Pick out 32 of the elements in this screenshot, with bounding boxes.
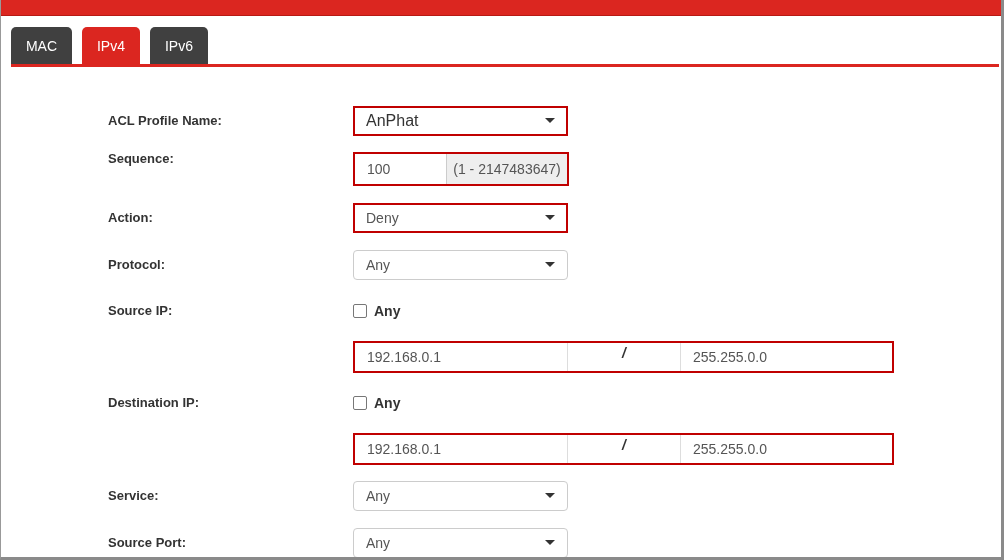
caret-icon bbox=[545, 262, 555, 267]
checkbox-label: Any bbox=[374, 302, 401, 319]
dropdown[interactable]: AnPhat bbox=[353, 105, 568, 136]
field-label: Source IP: bbox=[107, 303, 174, 318]
checkbox[interactable] bbox=[353, 395, 367, 410]
dropdown[interactable]: Deny bbox=[353, 202, 568, 233]
subnet-mask-field[interactable]: 255.255.0.0 bbox=[681, 342, 892, 371]
caret-icon bbox=[545, 540, 555, 545]
caret-icon bbox=[545, 493, 555, 498]
field-label: Action: bbox=[107, 210, 154, 225]
tab[interactable]: IPv4 bbox=[82, 27, 140, 64]
checkbox[interactable] bbox=[353, 303, 367, 318]
dropdown[interactable]: Any bbox=[353, 249, 568, 280]
separator: / bbox=[622, 344, 626, 361]
range-hint: (1 - 2147483647) bbox=[447, 154, 567, 184]
separator: / bbox=[622, 436, 626, 453]
dropdown[interactable]: Any bbox=[353, 527, 568, 557]
subnet-mask-field[interactable]: 255.255.0.0 bbox=[681, 434, 892, 463]
field-label: Source Port: bbox=[107, 535, 187, 550]
ip-address-field[interactable]: 192.168.0.1 bbox=[355, 434, 568, 463]
caret-icon bbox=[545, 215, 555, 220]
checkbox-label: Any bbox=[374, 394, 401, 411]
field-label: Destination IP: bbox=[107, 395, 200, 410]
field-label: ACL Profile Name: bbox=[107, 113, 223, 128]
dropdown[interactable]: Any bbox=[353, 480, 568, 511]
field-label: Service: bbox=[107, 488, 160, 503]
tab[interactable]: IPv6 bbox=[150, 27, 208, 64]
field-label: Sequence: bbox=[107, 150, 175, 166]
field-label: Protocol: bbox=[107, 257, 167, 272]
caret-icon bbox=[545, 118, 555, 123]
ip-address-field[interactable]: 192.168.0.1 bbox=[355, 342, 568, 371]
tab[interactable]: MAC bbox=[11, 27, 72, 64]
